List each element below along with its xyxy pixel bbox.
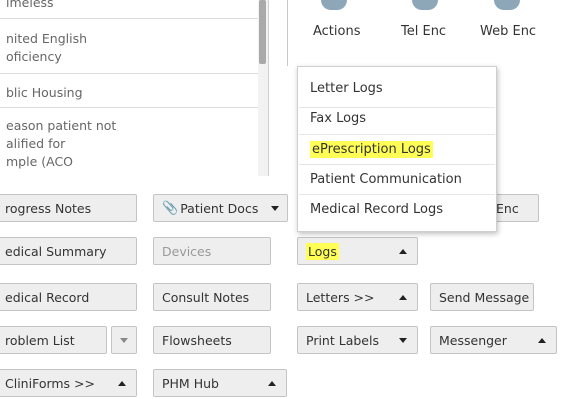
problem-list-label: roblem List <box>5 332 75 348</box>
divider <box>0 73 258 74</box>
chevron-up-icon <box>268 381 276 386</box>
progress-notes-button[interactable]: rogress Notes <box>0 194 137 222</box>
consult-notes-button[interactable]: Consult Notes <box>153 283 271 311</box>
list-item[interactable]: ımeless <box>6 0 256 11</box>
flowsheets-label: Flowsheets <box>162 332 232 348</box>
list-item[interactable]: nited English <box>6 30 256 47</box>
consult-notes-label: Consult Notes <box>162 289 250 305</box>
patient-docs-label: Patient Docs <box>180 200 259 216</box>
list-item[interactable]: oficiency <box>6 48 256 65</box>
list-scrollbar-thumb[interactable] <box>259 0 266 64</box>
divider <box>0 107 258 108</box>
logs-button[interactable]: Logs <box>297 237 418 265</box>
patient-docs-button[interactable]: 📎 Patient Docs <box>153 194 288 222</box>
chevron-up-icon <box>538 338 546 343</box>
flowsheets-button[interactable]: Flowsheets <box>153 326 271 354</box>
menu-item-eprescription-logs[interactable]: ePrescription Logs <box>310 141 433 159</box>
list-item[interactable]: eason patient not <box>6 117 256 134</box>
list-item[interactable]: blic Housing <box>6 84 256 101</box>
tel-enc-icon[interactable] <box>412 0 438 10</box>
chevron-up-icon <box>118 381 126 386</box>
menu-item-medical-record-logs[interactable]: Medical Record Logs <box>310 201 443 219</box>
letters-label: Letters >> <box>306 289 375 305</box>
menu-item-fax-logs[interactable]: Fax Logs <box>310 110 366 128</box>
logs-dropdown-menu: Letter Logs Fax Logs ePrescription Logs … <box>297 66 497 232</box>
medical-record-label: edical Record <box>5 289 90 305</box>
paperclip-icon: 📎 <box>162 200 179 216</box>
menu-separator <box>299 107 495 108</box>
tel-enc-label[interactable]: Tel Enc <box>401 24 446 39</box>
menu-item-letter-logs[interactable]: Letter Logs <box>310 80 383 98</box>
phm-hub-button[interactable]: PHM Hub <box>153 369 287 397</box>
menu-item-patient-communication[interactable]: Patient Communication <box>310 171 462 189</box>
progress-notes-label: rogress Notes <box>5 200 92 216</box>
quick-actions-panel: Actions Tel Enc Web Enc <box>287 0 586 66</box>
messenger-button[interactable]: Messenger <box>430 326 557 354</box>
chevron-down-icon <box>120 338 128 343</box>
web-enc-label[interactable]: Web Enc <box>480 24 536 39</box>
divider <box>0 18 258 19</box>
eprescription-logs-label: ePrescription Logs <box>310 141 433 158</box>
chevron-down-icon <box>271 206 279 211</box>
send-message-label: Send Message <box>439 289 530 305</box>
menu-separator <box>299 164 495 165</box>
medical-summary-label: edical Summary <box>5 243 107 259</box>
list-item[interactable]: mple (ACO <box>6 153 256 170</box>
actions-icon[interactable] <box>321 0 347 10</box>
devices-label: Devices <box>162 243 212 259</box>
patient-attributes-list: ımeless nited English oficiency blic Hou… <box>0 0 269 176</box>
problem-list-button[interactable]: roblem List <box>0 326 107 354</box>
actions-label[interactable]: Actions <box>313 24 361 39</box>
web-enc-icon[interactable] <box>494 0 520 10</box>
cliniforms-label: CliniForms >> <box>5 375 95 391</box>
chevron-up-icon <box>399 249 407 254</box>
send-message-button[interactable]: Send Message <box>430 283 534 311</box>
chevron-up-icon <box>399 295 407 300</box>
problem-list-dropdown[interactable] <box>111 326 137 354</box>
phm-hub-label: PHM Hub <box>162 375 219 391</box>
chevron-down-icon <box>399 338 407 343</box>
messenger-label: Messenger <box>439 332 507 348</box>
menu-separator <box>299 134 495 135</box>
medical-record-button[interactable]: edical Record <box>0 283 137 311</box>
list-item[interactable]: alified for <box>6 135 256 152</box>
print-labels-label: Print Labels <box>306 332 379 348</box>
cliniforms-button[interactable]: CliniForms >> <box>0 369 137 397</box>
letters-button[interactable]: Letters >> <box>297 283 418 311</box>
devices-button[interactable]: Devices <box>153 237 271 265</box>
enc-label: Enc <box>496 200 519 216</box>
logs-label: Logs <box>306 242 339 260</box>
menu-separator <box>299 194 495 195</box>
print-labels-button[interactable]: Print Labels <box>297 326 418 354</box>
medical-summary-button[interactable]: edical Summary <box>0 237 137 265</box>
